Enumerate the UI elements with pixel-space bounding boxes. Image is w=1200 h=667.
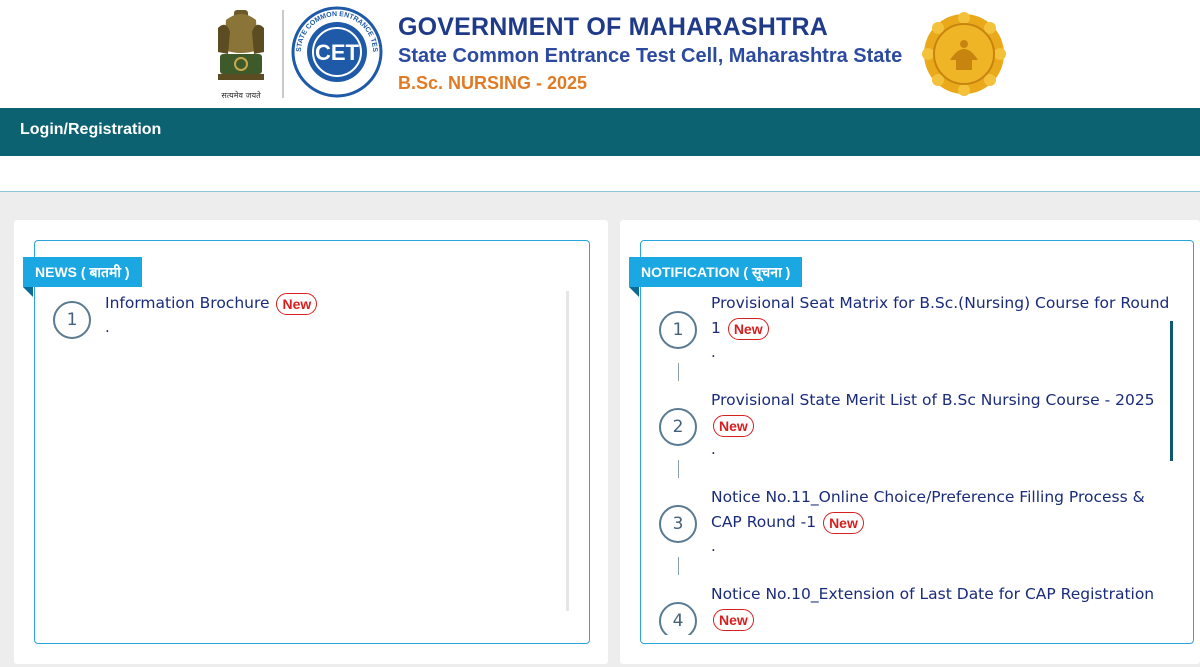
notification-link-notice-11[interactable]: Notice No.11_Online Choice/Preference Fi… bbox=[711, 485, 1173, 535]
item-connector bbox=[678, 557, 679, 575]
notification-panel: NOTIFICATION ( सूचना ) 1 Provisional Sea… bbox=[620, 220, 1200, 664]
sub-strip bbox=[0, 156, 1200, 192]
item-title[interactable]: Information Brochure bbox=[105, 294, 270, 312]
main-navbar: Login/Registration bbox=[0, 108, 1200, 156]
item-title[interactable]: Notice No.10_Extension of Last Date for … bbox=[711, 585, 1154, 603]
new-badge: New bbox=[823, 511, 864, 534]
item-detail: . bbox=[711, 343, 716, 361]
notification-link-merit-list[interactable]: Provisional State Merit List of B.Sc Nur… bbox=[711, 388, 1173, 438]
notification-link-notice-10[interactable]: Notice No.10_Extension of Last Date for … bbox=[711, 582, 1173, 632]
news-list[interactable]: 1 Information Brochure New . bbox=[51, 291, 569, 635]
course-title: B.Sc. NURSING - 2025 bbox=[398, 73, 588, 93]
item-number: 4 bbox=[659, 602, 697, 635]
header-titles: GOVERNMENT OF MAHARASHTRA State Common E… bbox=[398, 12, 902, 96]
notification-link-seat-matrix[interactable]: Provisional Seat Matrix for B.Sc.(Nursin… bbox=[711, 291, 1173, 341]
login-registration-link[interactable]: Login/Registration bbox=[20, 121, 161, 139]
item-number: 1 bbox=[53, 301, 91, 339]
new-badge: New bbox=[713, 608, 754, 631]
item-title[interactable]: Notice No.11_Online Choice/Preference Fi… bbox=[711, 488, 1145, 531]
new-badge: New bbox=[713, 414, 754, 437]
item-number: 2 bbox=[659, 408, 697, 446]
item-number: 3 bbox=[659, 505, 697, 543]
list-item: 2 Provisional State Merit List of B.Sc N… bbox=[657, 388, 1173, 485]
list-item: 1 Provisional Seat Matrix for B.Sc.(Nurs… bbox=[657, 291, 1173, 388]
list-item: 4 Notice No.10_Extension of Last Date fo… bbox=[657, 582, 1173, 635]
item-connector bbox=[678, 460, 679, 478]
notification-heading: NOTIFICATION ( सूचना ) bbox=[629, 257, 803, 297]
cell-title: State Common Entrance Test Cell, Maharas… bbox=[398, 45, 903, 67]
item-number: 1 bbox=[659, 311, 697, 349]
government-title: GOVERNMENT OF MAHARASHTRA bbox=[398, 13, 828, 41]
item-detail: . bbox=[711, 440, 716, 458]
item-connector bbox=[678, 363, 679, 381]
cet-logo-icon: CET STATE COMMON ENTRANCE TEST CELL · MA… bbox=[291, 6, 383, 98]
list-item: 1 Information Brochure New . bbox=[51, 291, 569, 388]
item-detail: . bbox=[711, 537, 716, 555]
item-title[interactable]: Provisional Seat Matrix for B.Sc.(Nursin… bbox=[711, 294, 1169, 337]
news-link-information-brochure[interactable]: Information Brochure New bbox=[105, 291, 569, 316]
list-item: 3 Notice No.11_Online Choice/Preference … bbox=[657, 485, 1173, 582]
new-badge: New bbox=[727, 317, 769, 340]
national-emblem-icon: सत्यमेव जयते bbox=[218, 10, 264, 100]
cet-logo-text: CET bbox=[315, 40, 360, 65]
news-panel-frame: NEWS ( बातमी ) 1 Information Brochure Ne… bbox=[23, 240, 590, 644]
site-header: सत्यमेव जयते CET STATE COMMON ENTRANCE T… bbox=[0, 0, 1200, 108]
header-divider bbox=[282, 10, 284, 98]
news-panel: NEWS ( बातमी ) 1 Information Brochure Ne… bbox=[14, 220, 608, 664]
news-heading: NEWS ( बातमी ) bbox=[23, 257, 142, 297]
notification-panel-frame: NOTIFICATION ( सूचना ) 1 Provisional Sea… bbox=[629, 240, 1194, 644]
notification-list[interactable]: 1 Provisional Seat Matrix for B.Sc.(Nurs… bbox=[657, 291, 1173, 635]
new-badge: New bbox=[276, 292, 318, 315]
maharashtra-seal-icon bbox=[922, 12, 1006, 96]
emblem-caption: सत्यमेव जयते bbox=[221, 90, 261, 100]
item-detail: . bbox=[105, 318, 110, 336]
item-title[interactable]: Provisional State Merit List of B.Sc Nur… bbox=[711, 391, 1155, 409]
